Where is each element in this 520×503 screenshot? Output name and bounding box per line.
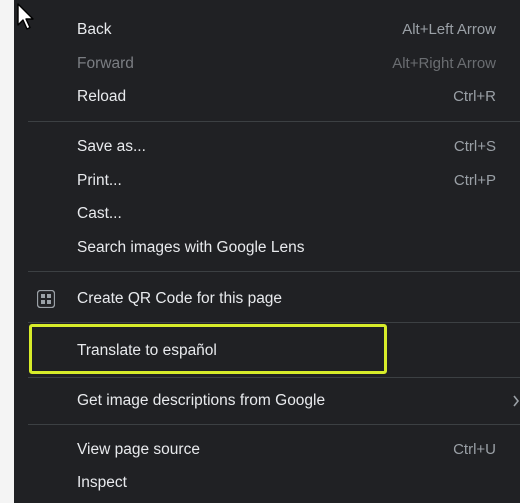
menu-item-label: Translate to español — [77, 342, 217, 359]
menu-item-print[interactable]: Print... Ctrl+P — [14, 164, 520, 198]
menu-item-shortcut: Ctrl+P — [453, 172, 496, 189]
menu-item-reload[interactable]: Reload Ctrl+R — [14, 80, 520, 114]
menu-item-create-qr-code[interactable]: Create QR Code for this page — [14, 282, 520, 316]
menu-item-label: Cast... — [77, 205, 122, 222]
menu-item-shortcut: Ctrl+S — [453, 138, 496, 155]
mouse-cursor-icon — [17, 3, 34, 30]
menu-item-shortcut: Ctrl+R — [453, 88, 496, 105]
menu-item-label: Forward — [77, 55, 134, 72]
menu-item-save-as[interactable]: Save as... Ctrl+S — [14, 130, 520, 164]
menu-item-inspect[interactable]: Inspect — [14, 466, 520, 500]
menu-separator — [28, 377, 520, 378]
menu-item-label: Inspect — [77, 474, 127, 491]
menu-item-cast[interactable]: Cast... — [14, 197, 520, 231]
menu-item-label: Print... — [77, 172, 122, 189]
menu-item-label: Search images with Google Lens — [77, 239, 305, 256]
menu-item-label: View page source — [77, 441, 200, 458]
chevron-right-icon — [513, 395, 520, 407]
menu-item-forward: Forward Alt+Right Arrow — [14, 47, 520, 81]
menu-separator — [28, 121, 520, 122]
menu-item-view-page-source[interactable]: View page source Ctrl+U — [14, 433, 520, 467]
menu-item-search-images-google-lens[interactable]: Search images with Google Lens — [14, 231, 520, 265]
menu-separator — [28, 424, 520, 425]
menu-item-shortcut: Alt+Left Arrow — [402, 21, 496, 38]
menu-item-label: Reload — [77, 88, 127, 105]
menu-item-label: Create QR Code for this page — [77, 290, 283, 307]
menu-item-get-image-descriptions[interactable]: Get image descriptions from Google — [14, 384, 520, 418]
menu-item-label: Save as... — [77, 138, 146, 155]
menu-item-label: Get image descriptions from Google — [77, 392, 326, 409]
context-menu: Back Alt+Left Arrow Forward Alt+Right Ar… — [14, 0, 520, 503]
menu-item-back[interactable]: Back Alt+Left Arrow — [14, 13, 520, 47]
menu-separator — [28, 271, 520, 272]
menu-item-translate[interactable]: Translate to español — [14, 334, 520, 368]
menu-item-shortcut: Ctrl+U — [453, 441, 496, 458]
menu-item-label: Back — [77, 21, 112, 38]
qr-code-icon — [37, 290, 55, 308]
page-background-strip — [0, 0, 14, 503]
menu-item-shortcut: Alt+Right Arrow — [392, 55, 496, 72]
menu-separator — [28, 322, 520, 323]
screen: Back Alt+Left Arrow Forward Alt+Right Ar… — [0, 0, 520, 503]
